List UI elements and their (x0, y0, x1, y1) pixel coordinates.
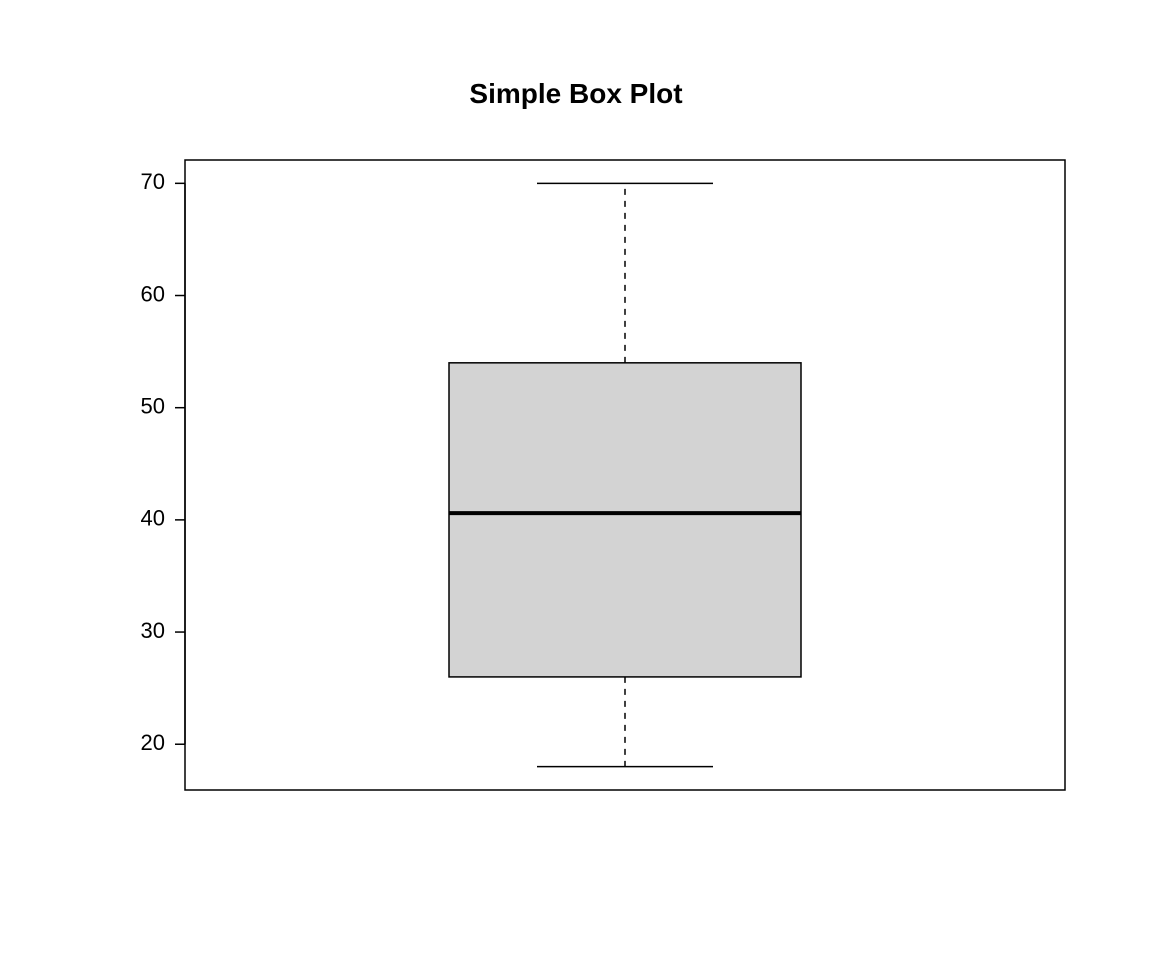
chart-title: Simple Box Plot (0, 78, 1152, 110)
boxplot-chart: 20 30 40 50 60 70 (0, 0, 1152, 960)
y-tick-label: 40 (141, 506, 165, 531)
box (449, 363, 801, 677)
y-tick-label: 20 (141, 730, 165, 755)
y-tick-label: 60 (141, 281, 165, 306)
y-tick-label: 70 (141, 169, 165, 194)
y-tick-label: 50 (141, 394, 165, 419)
y-tick-label: 30 (141, 618, 165, 643)
